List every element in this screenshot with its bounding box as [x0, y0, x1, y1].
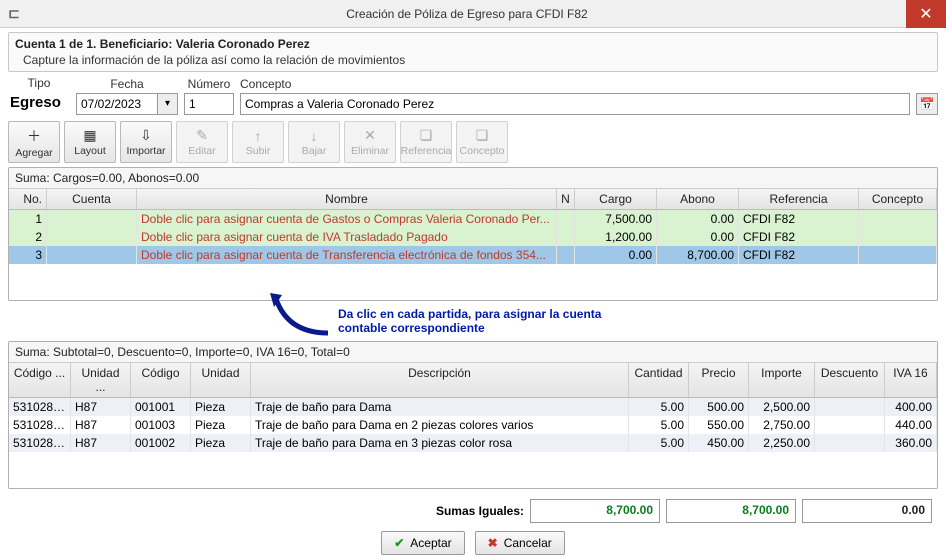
col-cantidad[interactable]: Cantidad — [629, 363, 689, 397]
col-precio[interactable]: Precio — [689, 363, 749, 397]
col-abono[interactable]: Abono — [657, 189, 739, 209]
table-row[interactable]: 2Doble clic para asignar cuenta de IVA T… — [9, 228, 937, 246]
col-codigo2[interactable]: Código — [131, 363, 191, 397]
table-row[interactable]: 3Doble clic para asignar cuenta de Trans… — [9, 246, 937, 264]
importar-button[interactable]: ⇩Importar — [120, 121, 172, 163]
callout-annotation: Da clic en cada partida, para asignar la… — [338, 307, 758, 335]
toolbar: ＋Agregar ▦Layout ⇩Importar ✎Editar ↑Subi… — [8, 121, 938, 163]
bajar-button: ↓Bajar — [288, 121, 340, 163]
aceptar-button[interactable]: ✔Aceptar — [381, 531, 464, 555]
check-icon: ✔ — [394, 536, 404, 550]
callout-line2: contable correspondiente — [338, 321, 758, 335]
col-unidad1[interactable]: Unidad ... — [71, 363, 131, 397]
form-row: Tipo Egreso Fecha ▾ Número Concepto 📅 — [8, 76, 938, 115]
details-header: Código ... Unidad ... Código Unidad Desc… — [9, 363, 937, 398]
up-icon: ↑ — [255, 128, 262, 144]
col-descripcion[interactable]: Descripción — [251, 363, 629, 397]
arrow-icon — [268, 293, 338, 343]
fecha-dropdown[interactable]: ▾ — [158, 93, 178, 115]
movements-body: 1Doble clic para asignar cuenta de Gasto… — [9, 210, 937, 264]
layout-button[interactable]: ▦Layout — [64, 121, 116, 163]
totals-row: Sumas Iguales: 8,700.00 8,700.00 0.00 — [14, 499, 932, 523]
table-row[interactable]: 53102802H87001002PiezaTraje de baño para… — [9, 434, 937, 452]
ref-icon: ❏ — [420, 127, 433, 144]
table-row[interactable]: 1Doble clic para asignar cuenta de Gasto… — [9, 210, 937, 228]
edit-icon: ✎ — [196, 127, 208, 144]
footer-buttons: ✔Aceptar ✖Cancelar — [8, 531, 938, 555]
movements-header: No. Cuenta Nombre N Cargo Abono Referenc… — [9, 189, 937, 210]
agregar-button[interactable]: ＋Agregar — [8, 121, 60, 163]
eliminar-button: ✕Eliminar — [344, 121, 396, 163]
concept-icon: ❏ — [476, 127, 489, 144]
total-abono: 8,700.00 — [666, 499, 796, 523]
fecha-label: Fecha — [76, 77, 178, 93]
fecha-input[interactable] — [76, 93, 158, 115]
callout-line1: Da clic en cada partida, para asignar la… — [338, 307, 758, 321]
editar-button: ✎Editar — [176, 121, 228, 163]
col-no[interactable]: No. — [9, 189, 47, 209]
layout-icon: ▦ — [83, 127, 96, 144]
table-row[interactable]: 53102802H87001003PiezaTraje de baño para… — [9, 416, 937, 434]
col-codigo1[interactable]: Código ... — [9, 363, 71, 397]
col-cuenta[interactable]: Cuenta — [47, 189, 137, 209]
col-unidad2[interactable]: Unidad — [191, 363, 251, 397]
concepto-input[interactable] — [240, 93, 910, 115]
col-importe[interactable]: Importe — [749, 363, 815, 397]
col-iva16[interactable]: IVA 16 — [885, 363, 937, 397]
movements-summary: Suma: Cargos=0.00, Abonos=0.00 — [9, 168, 937, 189]
plus-icon: ＋ — [27, 126, 41, 146]
subir-button: ↑Subir — [232, 121, 284, 163]
titlebar: ⊏ Creación de Póliza de Egreso para CFDI… — [0, 0, 946, 28]
calendar-button[interactable]: 📅 — [916, 93, 938, 115]
total-diff: 0.00 — [802, 499, 932, 523]
totals-label: Sumas Iguales: — [436, 504, 524, 518]
referencia-button: ❏Referencia — [400, 121, 452, 163]
beneficiary-panel: Cuenta 1 de 1. Beneficiario: Valeria Cor… — [8, 32, 938, 72]
numero-label: Número — [184, 77, 234, 93]
concepto-button: ❏Concepto — [456, 121, 508, 163]
movements-grid: Suma: Cargos=0.00, Abonos=0.00 No. Cuent… — [8, 167, 938, 301]
col-referencia[interactable]: Referencia — [739, 189, 859, 209]
details-body: 53102802H87001001PiezaTraje de baño para… — [9, 398, 937, 452]
tipo-value: Egreso — [8, 92, 70, 115]
details-summary: Suma: Subtotal=0, Descuento=0, Importe=0… — [9, 342, 937, 363]
cancel-icon: ✖ — [488, 536, 498, 550]
window-title: Creación de Póliza de Egreso para CFDI F… — [28, 7, 906, 21]
app-icon: ⊏ — [0, 5, 28, 22]
details-grid: Suma: Subtotal=0, Descuento=0, Importe=0… — [8, 341, 938, 489]
total-cargo: 8,700.00 — [530, 499, 660, 523]
col-concepto[interactable]: Concepto — [859, 189, 937, 209]
concepto-label: Concepto — [240, 77, 910, 93]
col-n[interactable]: N — [557, 189, 575, 209]
numero-input[interactable] — [184, 93, 234, 115]
instructions-line: Capture la información de la póliza así … — [15, 51, 931, 67]
col-nombre[interactable]: Nombre — [137, 189, 557, 209]
tipo-label: Tipo — [8, 76, 70, 92]
col-descuento[interactable]: Descuento — [815, 363, 885, 397]
close-button[interactable]: ✕ — [906, 0, 946, 28]
table-row[interactable]: 53102802H87001001PiezaTraje de baño para… — [9, 398, 937, 416]
down-icon: ↓ — [311, 128, 318, 144]
beneficiary-line: Cuenta 1 de 1. Beneficiario: Valeria Cor… — [15, 37, 931, 51]
delete-icon: ✕ — [364, 127, 376, 144]
cancelar-button[interactable]: ✖Cancelar — [475, 531, 565, 555]
import-icon: ⇩ — [140, 127, 152, 144]
col-cargo[interactable]: Cargo — [575, 189, 657, 209]
